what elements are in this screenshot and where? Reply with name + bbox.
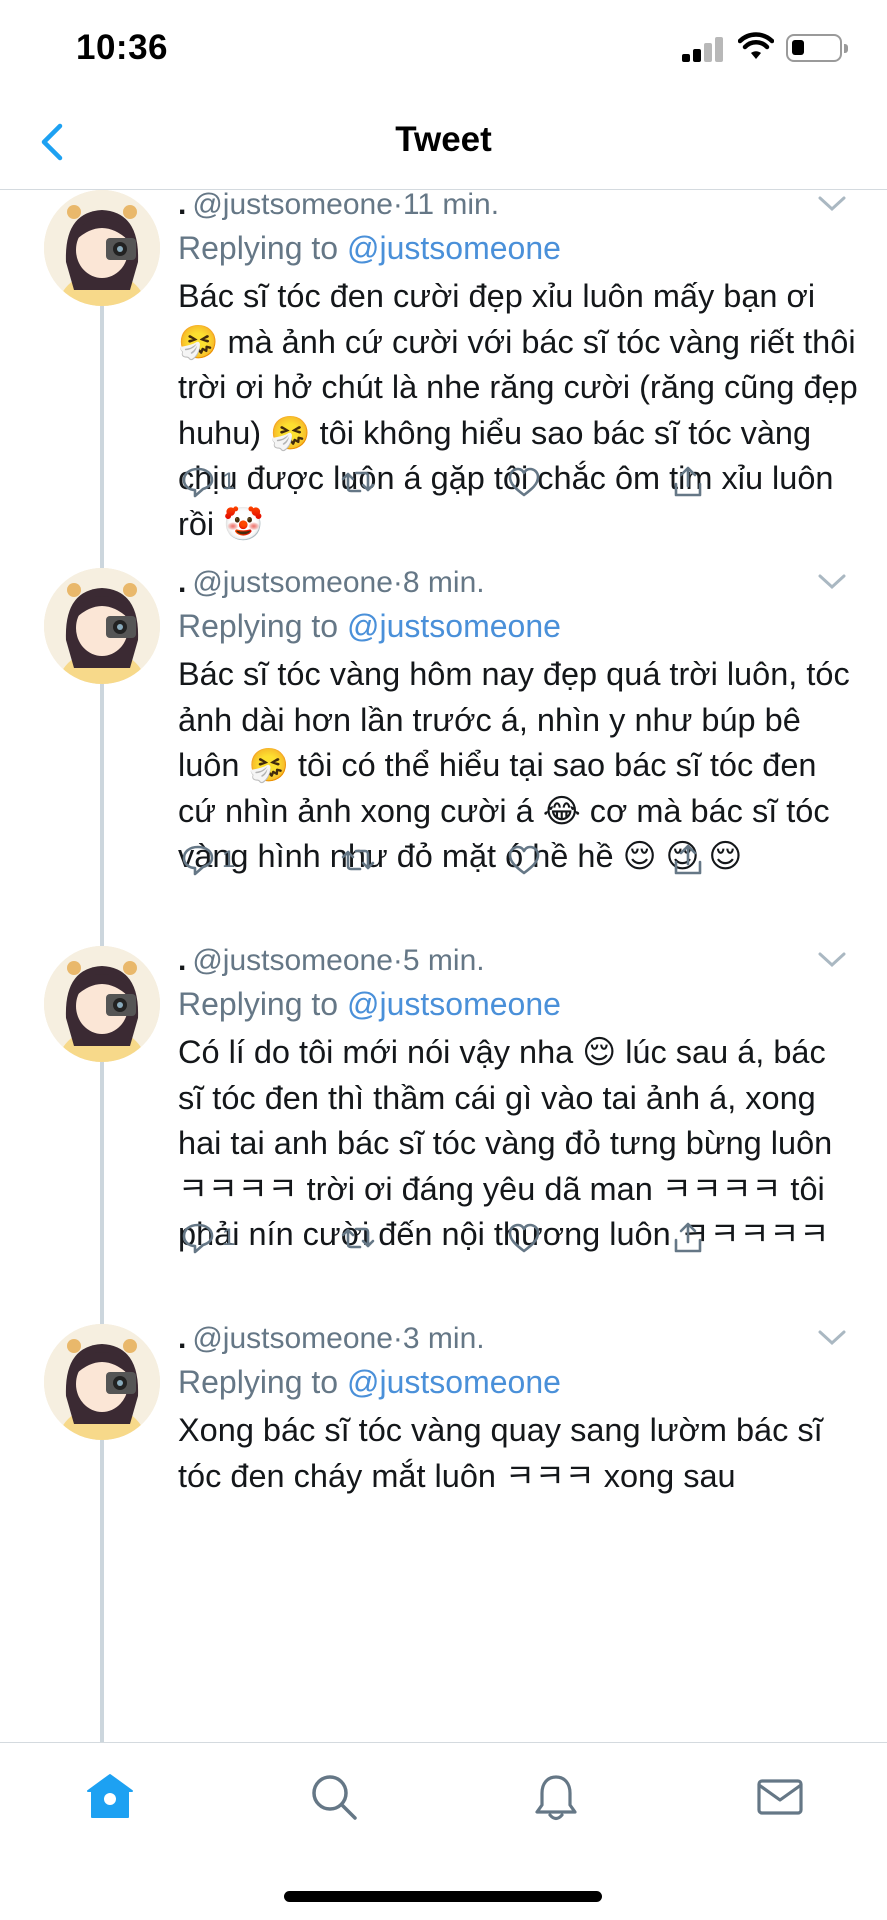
tweet[interactable]: . @justsomeone·3 min. Replying to @justso… <box>0 1322 887 1742</box>
replying-to-prefix: Replying to <box>178 230 339 266</box>
tweet-content: . @justsomeone·8 min. Replying to @justso… <box>178 562 858 880</box>
tweet-time: 8 min. <box>402 566 485 599</box>
tweet-time: 11 min. <box>402 190 500 221</box>
meta-separator: · <box>392 190 403 221</box>
replying-to: Replying to @justsomeone <box>178 226 858 270</box>
display-name[interactable]: . <box>178 1322 186 1355</box>
search-icon[interactable] <box>308 1771 360 1823</box>
like-button[interactable] <box>506 1218 542 1258</box>
tweet-time: 3 min. <box>402 1322 485 1355</box>
tweet-meta: . @justsomeone·5 min. <box>178 940 858 982</box>
reply-icon <box>182 1223 214 1254</box>
tweet-content: . @justsomeone·5 min. Replying to @justso… <box>178 940 858 1258</box>
reply-button[interactable]: 1 <box>180 1218 235 1258</box>
retweet-button[interactable] <box>340 1218 376 1258</box>
like-button[interactable] <box>506 462 542 502</box>
retweet-icon <box>341 849 375 871</box>
chevron-down-icon[interactable] <box>817 1328 847 1348</box>
heart-icon <box>508 1223 540 1253</box>
mail-icon[interactable] <box>754 1771 806 1823</box>
home-icon[interactable] <box>84 1771 136 1823</box>
tweet[interactable]: . @justsomeone·11 min. Replying to @justs… <box>0 190 887 568</box>
reply-icon <box>182 467 214 498</box>
share-button[interactable] <box>670 462 706 502</box>
retweet-icon <box>341 1227 375 1249</box>
mention-link[interactable]: @justsomeone <box>347 608 561 644</box>
heart-icon <box>508 467 540 497</box>
reply-button[interactable]: 1 <box>180 840 235 880</box>
reply-count: 1 <box>222 1224 236 1251</box>
page-title: Tweet <box>395 120 492 159</box>
heart-icon <box>508 845 540 875</box>
retweet-button[interactable] <box>340 840 376 880</box>
reply-count: 1 <box>222 468 236 495</box>
tweet[interactable]: . @justsomeone·5 min. Replying to @justso… <box>0 944 887 1324</box>
reply-button[interactable]: 1 <box>180 462 235 502</box>
tweet-meta: . @justsomeone·11 min. <box>178 190 858 226</box>
like-button[interactable] <box>506 840 542 880</box>
tweet[interactable]: . @justsomeone·8 min. Replying to @justso… <box>0 566 887 946</box>
tweet-actions: 1 <box>180 462 710 502</box>
meta-separator: · <box>392 944 403 977</box>
tweet-actions: 1 <box>180 1218 710 1258</box>
chevron-down-icon[interactable] <box>817 950 847 970</box>
user-handle[interactable]: @justsomeone <box>192 190 393 221</box>
bell-icon[interactable] <box>530 1771 582 1823</box>
replying-to-prefix: Replying to <box>178 608 339 644</box>
tweet-thread[interactable]: . @justsomeone·11 min. Replying to @justs… <box>0 190 887 1742</box>
user-handle[interactable]: @justsomeone <box>192 1322 393 1355</box>
tweet-meta: . @justsomeone·8 min. <box>178 562 858 604</box>
mention-link[interactable]: @justsomeone <box>347 230 561 266</box>
tweet-content: . @justsomeone·3 min. Replying to @justso… <box>178 1318 858 1499</box>
display-name[interactable]: . <box>178 190 186 221</box>
replying-to: Replying to @justsomeone <box>178 1360 858 1404</box>
retweet-button[interactable] <box>340 462 376 502</box>
replying-to-prefix: Replying to <box>178 986 339 1022</box>
status-bar: 10:36 <box>0 0 887 98</box>
meta-separator: · <box>392 566 403 599</box>
user-handle[interactable]: @justsomeone <box>192 944 393 977</box>
display-name[interactable]: . <box>178 566 186 599</box>
mention-link[interactable]: @justsomeone <box>347 1364 561 1400</box>
avatar[interactable] <box>44 1324 160 1440</box>
chevron-down-icon[interactable] <box>817 572 847 592</box>
battery-icon <box>786 34 848 62</box>
status-time: 10:36 <box>76 28 169 67</box>
reply-icon <box>182 845 214 876</box>
navigation-header: Tweet <box>0 98 887 190</box>
tweet-meta: . @justsomeone·3 min. <box>178 1318 858 1360</box>
tweet-text: Xong bác sĩ tóc vàng quay sang lườm bác … <box>178 1412 823 1494</box>
mention-link[interactable]: @justsomeone <box>347 986 561 1022</box>
tweet-time: 5 min. <box>402 944 485 977</box>
chevron-down-icon[interactable] <box>817 194 847 214</box>
share-icon <box>674 844 702 875</box>
user-handle[interactable]: @justsomeone <box>192 566 393 599</box>
avatar[interactable] <box>44 190 160 306</box>
wifi-icon <box>738 32 774 59</box>
share-icon <box>674 466 702 497</box>
meta-separator: · <box>392 1322 403 1355</box>
replying-to: Replying to @justsomeone <box>178 604 858 648</box>
share-button[interactable] <box>670 1218 706 1258</box>
reply-count: 1 <box>222 846 236 873</box>
tweet-actions: 1 <box>180 840 710 880</box>
avatar[interactable] <box>44 946 160 1062</box>
share-icon <box>674 1222 702 1253</box>
home-indicator[interactable] <box>284 1891 602 1902</box>
cellular-signal-icon <box>682 36 726 62</box>
tweet-text: Bác sĩ tóc đen cười đẹp xỉu luôn mấy bạn… <box>178 278 858 542</box>
retweet-icon <box>341 471 375 493</box>
replying-to: Replying to @justsomeone <box>178 982 858 1026</box>
display-name[interactable]: . <box>178 944 186 977</box>
avatar[interactable] <box>44 568 160 684</box>
share-button[interactable] <box>670 840 706 880</box>
replying-to-prefix: Replying to <box>178 1364 339 1400</box>
